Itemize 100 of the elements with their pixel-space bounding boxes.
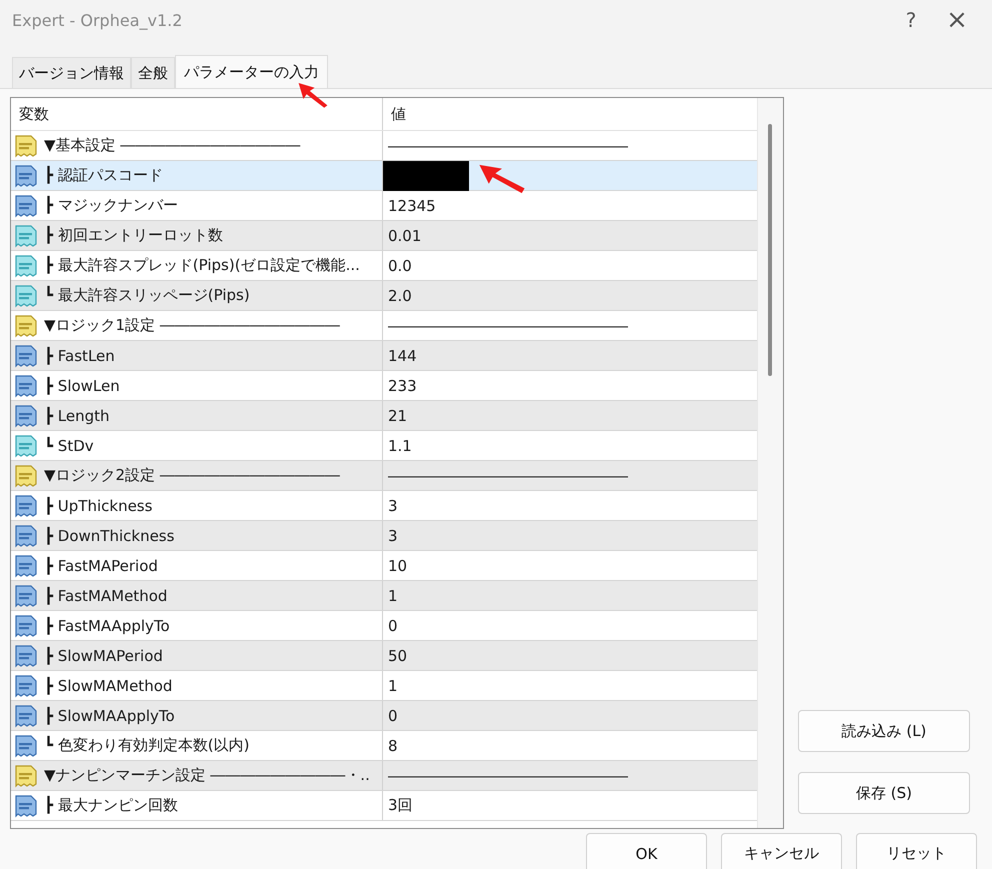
table-row[interactable]: ┣ Length 21 xyxy=(11,401,757,431)
table-row[interactable]: ┗ StDv 1.1 xyxy=(11,431,757,461)
decimal-type-icon xyxy=(14,224,38,248)
parameter-value: ―――――――――――――――― xyxy=(388,766,628,784)
integer-type-icon xyxy=(14,524,38,548)
parameter-name: ┣ SlowMAMethod xyxy=(44,676,172,694)
integer-type-icon xyxy=(14,584,38,608)
table-row[interactable]: ┣ FastMAApplyTo 0 xyxy=(11,611,757,641)
integer-type-icon xyxy=(14,194,38,218)
column-header: 値 xyxy=(390,104,407,124)
integer-type-icon xyxy=(14,704,38,728)
table-row[interactable]: ▼ロジック1設定 ―――――――――――― ―――――――――――――――― xyxy=(11,311,757,341)
integer-type-icon xyxy=(14,734,38,758)
parameter-name: ┣ DownThickness xyxy=(44,526,174,544)
decimal-type-icon xyxy=(14,284,38,308)
parameter-name: ┗ 最大許容スリッページ(Pips) xyxy=(44,286,250,305)
parameter-value: 2.0 xyxy=(388,286,412,304)
tab[interactable]: パラメーターの入力 xyxy=(175,55,328,88)
table-row[interactable]: ┣ DownThickness 3 xyxy=(11,521,757,551)
integer-type-icon xyxy=(14,794,38,818)
scrollbar-thumb[interactable] xyxy=(768,124,772,376)
parameter-name: ┣ UpThickness xyxy=(44,496,152,514)
table-row[interactable]: ▼ロジック2設定 ―――――――――――― ―――――――――――――――― xyxy=(11,461,757,491)
table-row[interactable]: ▼ナンピンマーチン設定 ―――――――――・.. ―――――――――――――――― xyxy=(11,761,757,791)
parameter-name: ┣ FastLen xyxy=(44,346,115,364)
tab[interactable]: バージョン情報 xyxy=(12,57,131,88)
table-row[interactable]: ┣ マジックナンバー 12345 xyxy=(11,191,757,221)
tab[interactable]: 全般 xyxy=(131,57,175,88)
decimal-type-icon xyxy=(14,434,38,458)
text-type-icon xyxy=(14,464,38,488)
parameter-name: ┣ SlowMAApplyTo xyxy=(44,706,175,724)
integer-type-icon xyxy=(14,494,38,518)
integer-type-icon xyxy=(14,164,38,188)
table-row[interactable]: ┗ 色変わり有効判定本数(以内) 8 xyxy=(11,731,757,761)
table-row[interactable]: ┣ 最大許容スプレッド(Pips)(ゼロ設定で機能... 0.0 xyxy=(11,251,757,281)
help-button[interactable]: ? xyxy=(888,0,934,40)
parameter-value: 50 xyxy=(388,646,408,664)
parameter-value: 0.0 xyxy=(388,256,412,274)
parameter-value: ―――――――――――――――― xyxy=(388,316,628,334)
parameter-value: 3 xyxy=(388,526,398,544)
dialog-button[interactable]: リセット xyxy=(856,833,977,869)
parameter-value: ―――――――――――――――― xyxy=(388,136,628,154)
table-row[interactable]: ┣ SlowMAPeriod 50 xyxy=(11,641,757,671)
parameter-value: 0 xyxy=(388,706,398,724)
parameter-value: 233 xyxy=(388,376,417,394)
parameter-name: ▼ナンピンマーチン設定 ―――――――――・.. xyxy=(44,766,370,785)
parameter-name: ▼ロジック1設定 ―――――――――――― xyxy=(44,316,340,335)
table-row[interactable]: ┣ 認証パスコード xyxy=(11,161,757,191)
table-row[interactable]: ┣ SlowLen 233 xyxy=(11,371,757,401)
dialog-button[interactable]: キャンセル xyxy=(721,833,842,869)
integer-type-icon xyxy=(14,644,38,668)
parameter-value: ―――――――――――――――― xyxy=(388,466,628,484)
parameter-name: ▼ロジック2設定 ―――――――――――― xyxy=(44,466,340,485)
table-row[interactable]: ┣ SlowMAApplyTo 0 xyxy=(11,701,757,731)
parameter-name: ┣ FastMAApplyTo xyxy=(44,616,170,634)
column-header: 変数 xyxy=(11,98,383,130)
close-button[interactable]: × xyxy=(934,0,980,40)
table-row[interactable]: ┣ 初回エントリーロット数 0.01 xyxy=(11,221,757,251)
table-row[interactable]: ┣ FastMAMethod 1 xyxy=(11,581,757,611)
parameter-value: 21 xyxy=(388,406,408,424)
integer-type-icon xyxy=(14,674,38,698)
dialog-button[interactable]: 保存 (S) xyxy=(798,772,970,814)
text-type-icon xyxy=(14,134,38,158)
parameter-value: 3 xyxy=(388,496,398,514)
dialog-button[interactable]: OK xyxy=(586,833,707,869)
table-row[interactable]: ┣ FastMAPeriod 10 xyxy=(11,551,757,581)
parameter-name: ┗ 色変わり有効判定本数(以内) xyxy=(44,736,250,755)
integer-type-icon xyxy=(14,344,38,368)
parameter-value: 10 xyxy=(388,556,408,574)
parameter-value: 3回 xyxy=(388,796,413,815)
parameter-name: ┣ マジックナンバー xyxy=(44,196,178,215)
dialog-button[interactable]: 読み込み (L) xyxy=(798,710,970,752)
table-row[interactable]: ┣ 最大ナンピン回数 3回 xyxy=(11,791,757,821)
integer-type-icon xyxy=(14,374,38,398)
parameter-value: 1.1 xyxy=(388,436,412,454)
parameter-value: 144 xyxy=(388,346,417,364)
parameter-value: 8 xyxy=(388,736,398,754)
parameter-value: 0.01 xyxy=(388,226,422,244)
table-row[interactable]: ┣ SlowMAMethod 1 xyxy=(11,671,757,701)
integer-type-icon xyxy=(14,404,38,428)
text-type-icon xyxy=(14,314,38,338)
table-row[interactable]: ┣ FastLen 144 xyxy=(11,341,757,371)
parameter-value: 0 xyxy=(388,616,398,634)
table-row[interactable]: ▼基本設定 ―――――――――――― ―――――――――――――――― xyxy=(11,131,757,161)
integer-type-icon xyxy=(14,614,38,638)
decimal-type-icon xyxy=(14,254,38,278)
text-type-icon xyxy=(14,764,38,788)
table-row[interactable]: ┣ UpThickness 3 xyxy=(11,491,757,521)
parameter-name: ┣ 認証パスコード xyxy=(44,166,163,185)
integer-type-icon xyxy=(14,554,38,578)
parameter-value: 1 xyxy=(388,586,398,604)
window-title: Expert - Orphea_v1.2 xyxy=(12,10,184,30)
parameter-value: 12345 xyxy=(388,196,436,214)
parameter-name: ▼基本設定 ―――――――――――― xyxy=(44,136,300,155)
parameter-name: ┣ SlowLen xyxy=(44,376,120,394)
parameter-name: ┣ FastMAMethod xyxy=(44,586,168,604)
parameter-name: ┗ StDv xyxy=(44,436,94,454)
parameter-name: ┣ Length xyxy=(44,406,110,424)
parameter-name: ┣ FastMAPeriod xyxy=(44,556,158,574)
table-row[interactable]: ┗ 最大許容スリッページ(Pips) 2.0 xyxy=(11,281,757,311)
